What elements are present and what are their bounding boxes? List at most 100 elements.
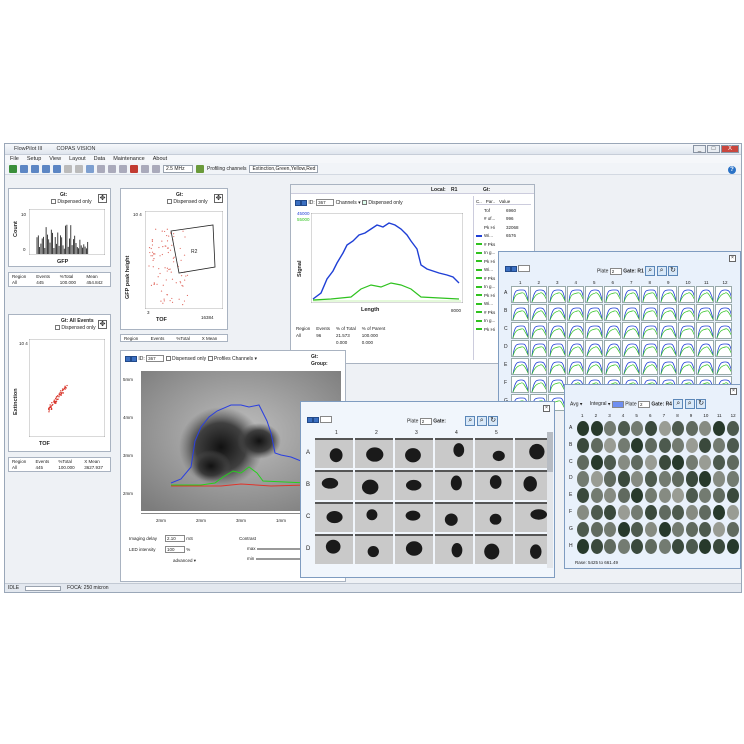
pp-well[interactable] — [566, 286, 585, 303]
zoom-icon[interactable] — [108, 164, 116, 173]
pi-well-image[interactable] — [435, 470, 473, 500]
heat-well[interactable] — [685, 521, 698, 538]
heat-well[interactable] — [685, 437, 698, 454]
pp-well[interactable] — [622, 358, 640, 375]
pp-well[interactable] — [696, 304, 714, 321]
heat-well[interactable] — [713, 538, 726, 554]
pi-well-image[interactable] — [315, 438, 353, 468]
heat-well[interactable] — [645, 488, 658, 504]
pp-well[interactable] — [585, 286, 603, 303]
heat-well[interactable] — [577, 421, 590, 437]
heat-well[interactable] — [699, 521, 712, 538]
heat-well[interactable] — [726, 421, 739, 437]
pp-well[interactable] — [548, 340, 566, 357]
pi-well-image[interactable] — [475, 534, 513, 564]
pp-well[interactable] — [511, 304, 529, 321]
close-button[interactable]: X — [721, 145, 739, 153]
pp-well[interactable] — [566, 340, 585, 357]
pp-well[interactable] — [714, 322, 733, 339]
pp-well[interactable] — [677, 286, 696, 303]
heat-well[interactable] — [713, 488, 726, 504]
pp-well[interactable] — [696, 322, 714, 339]
pp-well[interactable] — [585, 340, 603, 357]
grid-icon[interactable] — [86, 164, 94, 173]
heat-well[interactable] — [726, 505, 739, 521]
plate-images-close-icon[interactable]: × — [543, 405, 550, 412]
pi-well-image[interactable] — [475, 438, 513, 468]
pp-index-input[interactable] — [518, 265, 531, 272]
heat-well[interactable] — [699, 505, 712, 521]
pi-well-image[interactable] — [355, 438, 393, 468]
pp-well[interactable] — [696, 358, 714, 375]
heat-well[interactable] — [685, 505, 698, 521]
id-input[interactable]: 367 — [316, 199, 335, 206]
heat-well[interactable] — [590, 521, 603, 538]
pi-well-image[interactable] — [315, 534, 353, 564]
imaging-delay-input[interactable]: 2.10 — [165, 535, 185, 543]
heat-well[interactable] — [631, 505, 644, 521]
pi-well-image[interactable] — [315, 470, 353, 500]
pp-well[interactable] — [566, 322, 585, 339]
heat-well[interactable] — [685, 471, 698, 487]
save-icon[interactable] — [31, 164, 39, 173]
channels-select[interactable]: Extinction,Green,Yellow,Red — [249, 164, 319, 173]
menu-setup[interactable]: Setup — [27, 156, 41, 162]
menu-data[interactable]: Data — [94, 156, 106, 162]
heat-well[interactable] — [631, 421, 644, 437]
heat-well[interactable] — [617, 538, 630, 554]
heat-well[interactable] — [617, 521, 630, 538]
pp-well[interactable] — [622, 322, 640, 339]
pp-well[interactable] — [548, 376, 566, 393]
pp-well[interactable] — [585, 304, 603, 321]
pp-well[interactable] — [622, 340, 640, 357]
pp-well[interactable] — [529, 376, 548, 393]
pp-well[interactable] — [511, 340, 529, 357]
heat-well[interactable] — [577, 521, 590, 538]
pp-well[interactable] — [529, 322, 548, 339]
expand-icon[interactable]: ✥ — [98, 194, 107, 203]
heat-well[interactable] — [577, 505, 590, 521]
heat-well[interactable] — [672, 471, 685, 487]
heat-well[interactable] — [590, 454, 603, 470]
undo-icon[interactable] — [64, 164, 72, 173]
pp-well[interactable] — [603, 358, 622, 375]
heat-well[interactable] — [645, 505, 658, 521]
heat-well[interactable] — [672, 437, 685, 454]
export-icon[interactable] — [42, 164, 50, 173]
heat-well[interactable] — [658, 471, 671, 487]
heat-well[interactable] — [713, 437, 726, 454]
pp-well[interactable] — [511, 358, 529, 375]
heat-well[interactable] — [713, 454, 726, 470]
heat-well[interactable] — [699, 437, 712, 454]
heat-well[interactable] — [713, 471, 726, 487]
img-id-input[interactable]: 367 — [146, 355, 165, 362]
redo-icon[interactable] — [75, 164, 83, 173]
pp-well[interactable] — [622, 304, 640, 321]
pp-well[interactable] — [677, 304, 696, 321]
pi-well-image[interactable] — [355, 534, 393, 564]
pi-well-image[interactable] — [395, 502, 433, 532]
pp-well[interactable] — [640, 358, 659, 375]
pp-plate-select[interactable]: 2 — [609, 267, 622, 275]
heat-well[interactable] — [577, 471, 590, 487]
refresh-icon[interactable] — [141, 164, 149, 173]
pp-well[interactable] — [659, 358, 677, 375]
pp-well[interactable] — [566, 358, 585, 375]
pi-well-image[interactable] — [475, 470, 513, 500]
heat-well[interactable] — [590, 488, 603, 504]
heat-well[interactable] — [672, 488, 685, 504]
pp-well[interactable] — [640, 304, 659, 321]
heat-well[interactable] — [617, 437, 630, 454]
heat-well[interactable] — [672, 505, 685, 521]
plate-profiles-close-icon[interactable]: × — [729, 255, 736, 262]
heat-well[interactable] — [631, 521, 644, 538]
copy-icon[interactable] — [97, 164, 105, 173]
heat-well[interactable] — [590, 538, 603, 554]
heat-well[interactable] — [631, 437, 644, 454]
pp-well[interactable] — [714, 286, 733, 303]
cancel-icon[interactable] — [152, 164, 160, 173]
heat-well[interactable] — [631, 471, 644, 487]
pp-next-button[interactable] — [511, 265, 517, 272]
heat-well[interactable] — [699, 471, 712, 487]
pp-well[interactable] — [677, 340, 696, 357]
